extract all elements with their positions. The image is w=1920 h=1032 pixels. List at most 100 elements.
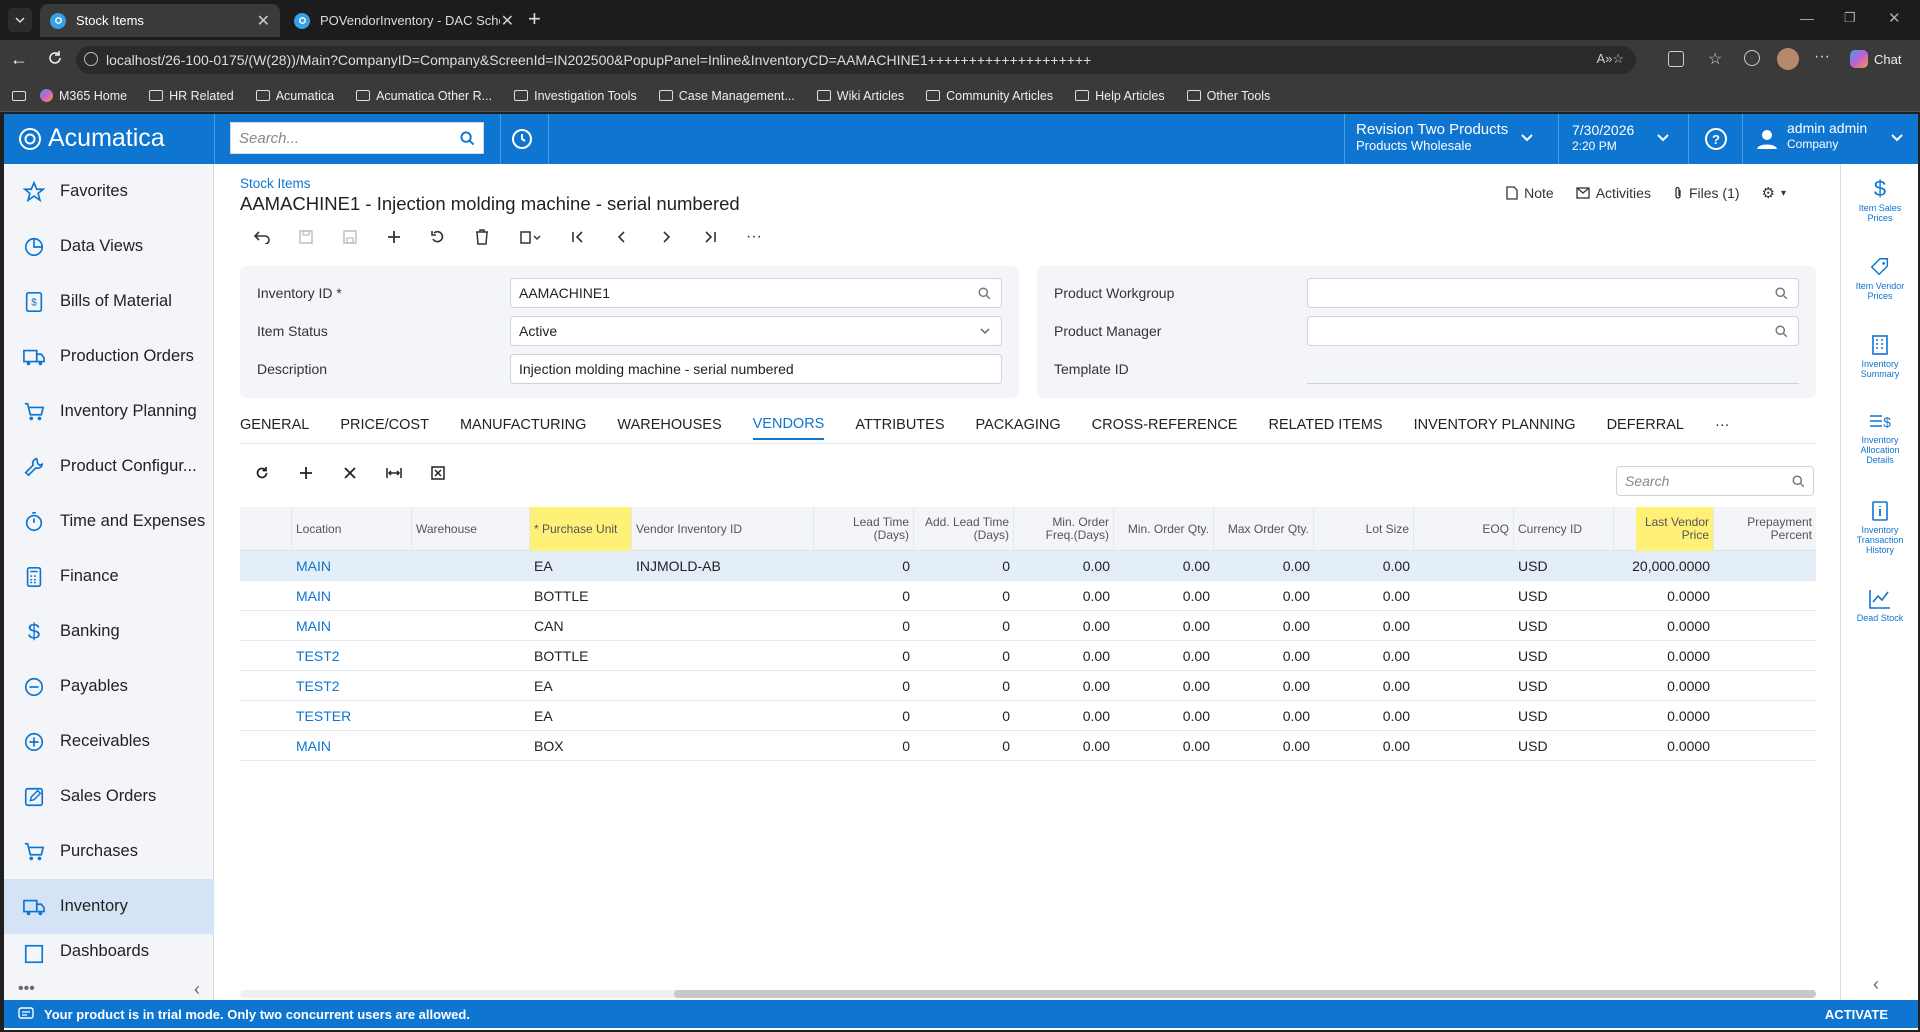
column-header[interactable]: Currency ID [1514,507,1614,551]
tab-deferral[interactable]: DEFERRAL [1607,410,1684,440]
more-actions-button[interactable]: ··· [732,222,776,252]
fit-columns-button[interactable] [372,458,416,488]
table-cell[interactable]: 0 [814,611,914,641]
settings-button[interactable]: ⚙ ▾ [1762,184,1786,202]
table-cell[interactable] [632,611,814,641]
table-cell[interactable] [412,611,530,641]
table-cell[interactable]: EA [530,671,632,701]
table-row[interactable]: TEST2 BOTTLE 0 0 0.00 0.00 0.00 0.00 USD 0.0000 [240,641,1816,671]
table-cell[interactable]: 0.00 [1314,701,1414,731]
tab-attributes[interactable]: ATTRIBUTES [855,410,944,440]
add-record-button[interactable] [372,222,416,252]
sidebar-item-favorites[interactable]: Favorites [4,164,214,219]
more-icon[interactable]: ··· [1814,48,1830,66]
tab-vendors[interactable]: VENDORS [752,410,825,440]
extensions-icon[interactable] [1668,51,1684,67]
sidebar-item-time-and-expenses[interactable]: Time and Expenses [4,494,214,549]
table-cell[interactable]: 0.0000 [1614,731,1714,761]
cancel-button[interactable] [416,222,460,252]
save-close-button[interactable] [284,222,328,252]
bookmark-folder[interactable]: Acumatica [255,89,334,103]
table-cell[interactable]: USD [1514,701,1614,731]
inventory-summary-link[interactable]: Inventory Summary [1841,334,1918,379]
table-cell[interactable]: EA [530,551,632,581]
collapse-sidebar-icon[interactable]: ‹ [194,979,200,1000]
column-header[interactable]: Min. Order Freq.(Days) [1014,507,1114,551]
location-link[interactable]: MAIN [292,581,412,611]
horizontal-scrollbar[interactable] [240,990,1816,998]
sidebar-item-production-orders[interactable]: Production Orders [4,329,214,384]
column-header[interactable]: Min. Order Qty. [1114,507,1214,551]
collapse-panel-icon[interactable]: ‹ [1873,974,1879,995]
location-link[interactable]: MAIN [292,731,412,761]
browser-tab-stock-items[interactable]: Stock Items ✕ [40,4,280,37]
note-button[interactable]: Note [1506,185,1554,201]
location-link[interactable]: TEST2 [292,641,412,671]
sidebar-item-payables[interactable]: Payables [4,659,214,714]
close-tab-icon[interactable]: ✕ [501,11,514,31]
undo-back-button[interactable] [240,222,284,252]
table-cell[interactable]: 0.00 [1314,671,1414,701]
save-button[interactable] [328,222,372,252]
refresh-button[interactable] [240,458,284,488]
sidebar-item-sales-orders[interactable]: Sales Orders [4,769,214,824]
table-cell[interactable] [412,581,530,611]
copy-paste-button[interactable] [504,222,556,252]
sidebar-item-inventory[interactable]: Inventory [4,879,214,934]
tab-warehouses[interactable]: WAREHOUSES [617,410,721,440]
column-header[interactable]: Add. Lead Time (Days) [914,507,1014,551]
previous-record-button[interactable] [600,222,644,252]
column-header[interactable]: * Purchase Unit [530,507,632,551]
back-icon[interactable]: ← [10,50,28,68]
add-row-button[interactable] [284,458,328,488]
column-header[interactable]: Warehouse [412,507,530,551]
table-cell[interactable] [412,731,530,761]
column-header[interactable]: Vendor Inventory ID [632,507,814,551]
table-cell[interactable]: 0.00 [1214,671,1314,701]
table-cell[interactable] [412,671,530,701]
sidebar-item-bills-of-material[interactable]: $ Bills of Material [4,274,214,329]
table-cell[interactable]: 0 [914,641,1014,671]
files-button[interactable]: Files (1) [1673,185,1740,201]
table-cell[interactable] [632,641,814,671]
item-sales-prices-link[interactable]: $ Item Sales Prices [1841,178,1918,224]
bookmark-folder[interactable]: Investigation Tools [514,89,637,103]
table-row[interactable]: MAIN EA INJMOLD-AB 0 0 0.00 0.00 0.00 0.00 USD 20,… [240,551,1816,581]
table-cell[interactable]: 0 [814,731,914,761]
table-cell[interactable]: 0.00 [1114,731,1214,761]
table-cell[interactable]: USD [1514,641,1614,671]
column-header[interactable]: Prepayment Percent [1720,507,1816,551]
table-cell[interactable]: 0.00 [1214,611,1314,641]
delete-button[interactable] [460,222,504,252]
table-cell[interactable] [632,701,814,731]
table-row[interactable]: MAIN BOX 0 0 0.00 0.00 0.00 0.00 USD 0.0000 [240,731,1816,761]
first-record-button[interactable] [556,222,600,252]
inventory-id-field[interactable]: AAMACHINE1 [510,278,1002,308]
help-icon[interactable]: ? [1704,127,1728,151]
item-vendor-prices-link[interactable]: Item Vendor Prices [1841,256,1918,301]
user-avatar-icon[interactable] [1756,128,1778,150]
scrollbar-thumb[interactable] [674,990,1816,998]
sidebar-item-purchases[interactable]: Purchases [4,824,214,879]
location-link[interactable]: MAIN [292,551,412,581]
activities-button[interactable]: Activities [1576,185,1651,201]
bookmark-folder[interactable]: Help Articles [1075,89,1165,103]
table-cell[interactable]: USD [1514,581,1614,611]
table-cell[interactable]: 0 [814,701,914,731]
url-field[interactable]: localhost/26-100-0175/(W(28))/Main?Compa… [76,46,1636,74]
table-cell[interactable]: 0.00 [1314,581,1414,611]
history-icon[interactable] [1744,50,1760,66]
sidebar-item-receivables[interactable]: Receivables [4,714,214,769]
location-link[interactable]: TEST2 [292,671,412,701]
refresh-icon[interactable] [46,49,64,67]
inventory-allocation-details-link[interactable]: $ Inventory Allocation Details [1841,412,1918,465]
table-cell[interactable]: 0.00 [1214,641,1314,671]
table-cell[interactable] [632,581,814,611]
table-cell[interactable]: 0 [914,671,1014,701]
table-cell[interactable]: 0.00 [1214,581,1314,611]
column-header[interactable]: Location [292,507,412,551]
sidebar-item-product-configurator[interactable]: Product Configur... [4,439,214,494]
table-cell[interactable]: 0.0000 [1614,611,1714,641]
table-cell[interactable]: 0.0000 [1614,581,1714,611]
new-tab-icon[interactable]: + [528,8,541,30]
